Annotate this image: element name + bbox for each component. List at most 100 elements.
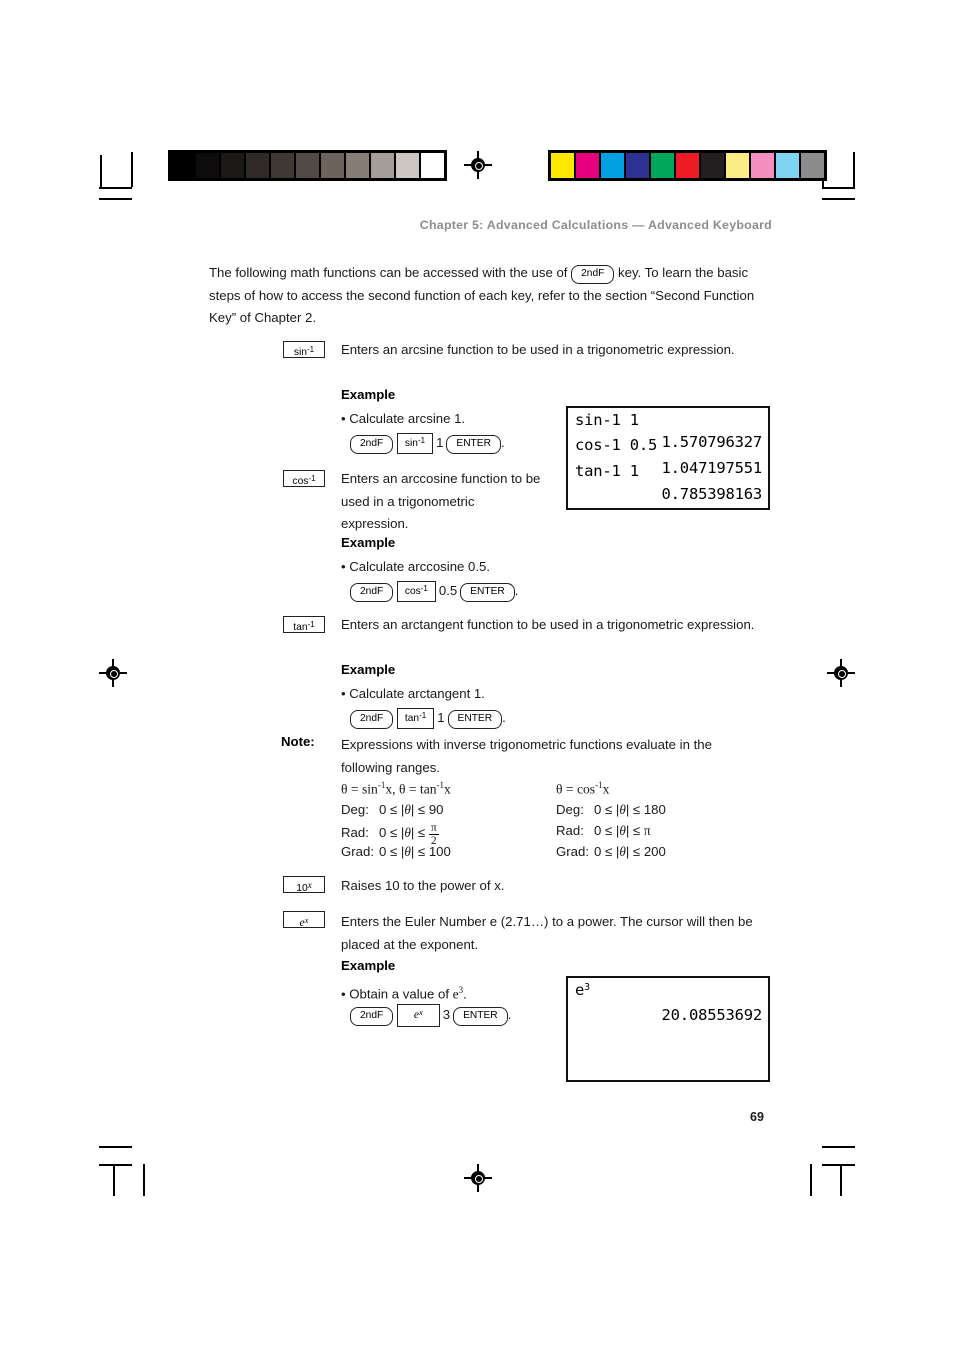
grayscale-swatch — [294, 153, 319, 178]
range-unit-label: Rad: — [341, 825, 369, 841]
sequence-period: . — [507, 1007, 512, 1022]
sequence-period: . — [514, 583, 519, 598]
crop-mark-line — [113, 1164, 115, 1196]
keybox-euler-power[interactable]: ex — [283, 911, 325, 929]
keybox-cos-inverse[interactable]: cos-1 — [283, 470, 325, 487]
color-swatch — [551, 153, 574, 178]
color-swatch — [674, 153, 699, 178]
grayscale-swatch — [219, 153, 244, 178]
color-swatch — [624, 153, 649, 178]
tan-key-sequence: 2ndF tan-1 1 ENTER. — [350, 708, 506, 730]
keybox-power-of-ten[interactable]: 10x — [283, 876, 325, 894]
range-right-rad: Rad: 0 ≤ |θ| ≤ π — [556, 823, 651, 838]
range-right-grad: Grad: 0 ≤ |θ| ≤ 200 — [556, 844, 666, 859]
registration-target-icon — [464, 151, 492, 179]
crop-mark-line — [99, 187, 132, 189]
sequence-value: 1 — [436, 435, 444, 450]
keybox-superscript: -1 — [308, 474, 316, 483]
tan-example-heading: Example — [341, 662, 396, 677]
note-text: Expressions with inverse trigonometric f… — [341, 737, 712, 775]
range-unit-label: Deg: — [341, 802, 369, 817]
grayscale-calibration-bar — [168, 150, 447, 181]
sin-example-heading: Example — [341, 387, 396, 402]
range-unit-label: Grad: — [341, 844, 374, 859]
keybox-label: sin — [293, 347, 308, 358]
crop-mark-line — [100, 155, 102, 187]
power-of-ten-description: Raises 10 to the power of x. — [341, 878, 505, 893]
keybox-superscript: -1 — [307, 620, 315, 629]
grayscale-swatch — [269, 153, 294, 178]
crop-mark-line — [822, 1146, 855, 1148]
grayscale-swatch — [344, 153, 369, 178]
euler-description: Enters the Euler Number e (2.71…) to a p… — [341, 914, 753, 952]
grayscale-swatch — [244, 153, 269, 178]
color-swatch — [749, 153, 774, 178]
color-swatch — [599, 153, 624, 178]
crop-mark-line — [822, 198, 855, 200]
intro-text-part1: The following math functions can be acce… — [209, 265, 568, 280]
key-euler-power[interactable]: ex — [396, 1004, 440, 1027]
registration-target-icon — [464, 1164, 492, 1192]
tan-description: Enters an arctangent function to be used… — [341, 617, 755, 632]
key-2ndf[interactable]: 2ndF — [350, 583, 394, 603]
sequence-period: . — [502, 710, 506, 725]
key-2ndf[interactable]: 2ndF — [350, 710, 394, 730]
keybox-tan-inverse[interactable]: tan-1 — [283, 616, 325, 633]
range-unit-label: Grad: — [556, 844, 589, 859]
color-swatch — [724, 153, 749, 178]
range-limit: 100 — [428, 844, 451, 859]
range-right-deg: Deg: 0 ≤ |θ| ≤ 180 — [556, 802, 666, 817]
key-enter[interactable]: ENTER — [460, 583, 515, 603]
color-swatch — [574, 153, 599, 178]
lcd-result-line-2: 1.047197551 — [661, 459, 763, 477]
range-right-heading: θ = cos-1x — [556, 780, 610, 797]
calculator-display-euler: e3 20.08553692 — [566, 976, 770, 1082]
key-2ndf[interactable]: 2ndF — [571, 265, 615, 285]
crop-mark-line — [853, 152, 855, 187]
key-enter[interactable]: ENTER — [453, 1007, 508, 1027]
keybox-label: cos — [292, 476, 309, 487]
sin-example-bullet: • Calculate arcsine 1. — [341, 411, 466, 426]
key-sin-inverse[interactable]: sin-1 — [396, 433, 434, 455]
range-unit-label: Rad: — [556, 823, 584, 838]
range-left-heading: θ = sin-1x, θ = tan-1x — [341, 780, 451, 797]
sequence-value: 1 — [437, 710, 445, 725]
sequence-value: 0.5 — [438, 583, 458, 598]
sequence-value: 3 — [442, 1007, 451, 1022]
key-enter[interactable]: ENTER — [446, 435, 501, 455]
color-swatch — [699, 153, 724, 178]
key-cos-inverse[interactable]: cos-1 — [396, 581, 436, 603]
keybox-sin-inverse[interactable]: sin-1 — [283, 341, 325, 358]
range-unit-label: Deg: — [556, 802, 584, 817]
grayscale-swatch — [419, 153, 444, 178]
euler-example-heading: Example — [341, 958, 396, 973]
color-swatch — [799, 153, 824, 178]
page-header: Chapter 5: Advanced Calculations — Advan… — [419, 218, 772, 232]
crop-mark-line — [840, 1164, 842, 1196]
color-calibration-bar — [548, 150, 827, 181]
cos-description: Enters an arccosine function to be used … — [341, 471, 541, 531]
range-limit: 180 — [643, 802, 666, 817]
lcd-result-line-3: 0.785398163 — [661, 485, 763, 503]
range-limit: 200 — [643, 844, 666, 859]
lcd-input-line: e3 — [575, 981, 590, 999]
key-2ndf[interactable]: 2ndF — [350, 435, 394, 455]
lcd-result-line: 20.08553692 — [661, 1006, 763, 1024]
key-2ndf[interactable]: 2ndF — [350, 1007, 394, 1027]
lcd-input-line-2: cos-1 0.5 — [575, 436, 658, 454]
range-left-grad: Grad: 0 ≤ |θ| ≤ 100 — [341, 844, 451, 859]
key-enter[interactable]: ENTER — [447, 710, 503, 730]
crop-mark-line — [822, 187, 855, 189]
euler-example-bullet: • Obtain a value of e3. — [341, 985, 467, 1002]
crop-mark-line — [99, 1146, 132, 1148]
crop-mark-line — [99, 198, 132, 200]
note-label: Note: — [281, 734, 315, 749]
keybox-superscript: x — [304, 915, 309, 925]
lcd-input-line-3: tan-1 1 — [575, 462, 639, 480]
cos-key-sequence: 2ndF cos-1 0.5 ENTER. — [350, 581, 519, 603]
registration-target-icon — [99, 659, 127, 687]
keybox-label: 10 — [296, 883, 308, 894]
grayscale-swatch — [394, 153, 419, 178]
crop-mark-line — [143, 1164, 145, 1196]
key-tan-inverse[interactable]: tan-1 — [396, 708, 435, 730]
